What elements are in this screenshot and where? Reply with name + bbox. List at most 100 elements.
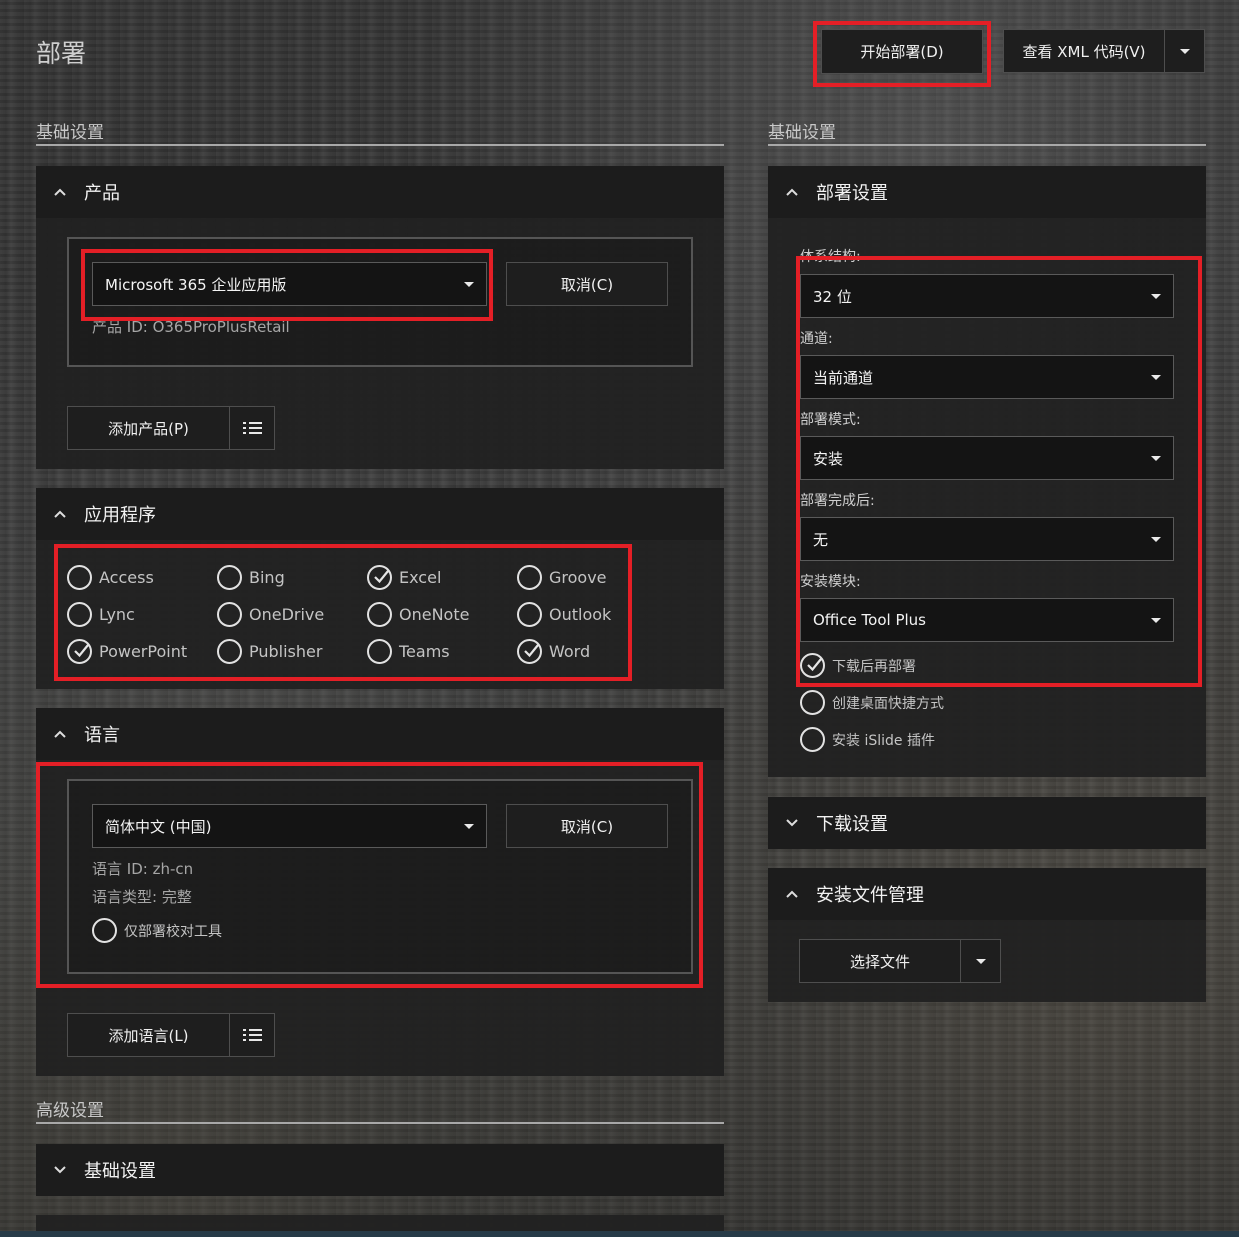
product-select-value: Microsoft 365 企业应用版: [105, 275, 287, 294]
checkmark-icon: [67, 639, 92, 664]
channel-label: 通道:: [800, 331, 833, 347]
channel-value: 当前通道: [813, 368, 874, 387]
download-then-deploy-checkbox[interactable]: 下载后再部署: [800, 653, 916, 678]
language-list-button[interactable]: [229, 1013, 275, 1057]
language-select-value: 简体中文 (中国): [105, 817, 212, 836]
chevron-down-icon: [1151, 293, 1161, 299]
chevron-up-icon: [768, 890, 816, 898]
app-checkbox-onenote[interactable]: OneNote: [367, 602, 469, 627]
checkbox-circle-icon: [67, 565, 92, 590]
app-label: Bing: [249, 568, 285, 587]
checkbox-circle-icon: [517, 602, 542, 627]
language-panel-title: 语言: [84, 725, 120, 746]
product-cancel-button[interactable]: 取消(C): [506, 262, 668, 306]
language-id-label: 语言 ID: zh-cn: [92, 860, 194, 878]
advanced-basic-panel-header[interactable]: 基础设置: [36, 1144, 724, 1196]
checkbox-circle-icon: [367, 639, 392, 664]
product-list-button[interactable]: [229, 406, 275, 450]
app-label: Teams: [399, 642, 450, 661]
install-module-select[interactable]: Office Tool Plus: [800, 598, 1174, 642]
chevron-down-icon: [1179, 48, 1190, 54]
app-checkbox-lync[interactable]: Lync: [67, 602, 135, 627]
choose-file-dropdown-button[interactable]: [960, 939, 1001, 983]
desktop-shortcut-label: 创建桌面快捷方式: [832, 695, 944, 712]
checkbox-circle-icon: [367, 602, 392, 627]
architecture-label: 体系结构:: [800, 249, 861, 265]
apps-panel-header[interactable]: 应用程序: [36, 488, 724, 540]
proofing-only-checkbox[interactable]: 仅部署校对工具: [92, 918, 222, 943]
chevron-down-icon: [1151, 617, 1161, 623]
deploy-settings-panel-title: 部署设置: [816, 183, 888, 204]
language-select[interactable]: 简体中文 (中国): [92, 804, 487, 848]
architecture-select[interactable]: 32 位: [800, 274, 1174, 318]
desktop-shortcut-checkbox[interactable]: 创建桌面快捷方式: [800, 690, 944, 715]
install-files-panel-header[interactable]: 安装文件管理: [768, 868, 1206, 920]
app-checkbox-word[interactable]: Word: [517, 639, 590, 664]
add-language-button[interactable]: 添加语言(L): [67, 1013, 230, 1057]
chevron-down-icon: [1151, 536, 1161, 542]
app-checkbox-access[interactable]: Access: [67, 565, 154, 590]
app-checkbox-onedrive[interactable]: OneDrive: [217, 602, 324, 627]
language-cancel-button[interactable]: 取消(C): [506, 804, 668, 848]
download-settings-panel: 下载设置: [768, 797, 1206, 849]
app-checkbox-excel[interactable]: Excel: [367, 565, 441, 590]
download-settings-panel-header[interactable]: 下载设置: [768, 797, 1206, 849]
add-product-button[interactable]: 添加产品(P): [67, 406, 230, 450]
after-deploy-label: 部署完成后:: [800, 493, 875, 509]
checkbox-circle-icon: [67, 602, 92, 627]
app-label: Word: [549, 642, 591, 661]
app-checkbox-outlook[interactable]: Outlook: [517, 602, 611, 627]
deploy-settings-panel-header[interactable]: 部署设置: [768, 166, 1206, 218]
view-xml-button[interactable]: 查看 XML 代码(V): [1003, 29, 1165, 73]
apps-checkbox-grid: Access Bing Excel Groove Lync OneDrive OneNote…: [67, 565, 627, 665]
checkmark-icon: [367, 565, 392, 590]
chevron-up-icon: [36, 730, 84, 738]
install-files-panel-title: 安装文件管理: [816, 885, 924, 906]
list-icon: [242, 1029, 262, 1041]
app-checkbox-bing[interactable]: Bing: [217, 565, 285, 590]
app-label: Access: [99, 568, 154, 587]
app-label: Lync: [99, 605, 135, 624]
app-checkbox-teams[interactable]: Teams: [367, 639, 450, 664]
channel-select[interactable]: 当前通道: [800, 355, 1174, 399]
after-deploy-select[interactable]: 无: [800, 517, 1174, 561]
checkmark-icon: [800, 653, 825, 678]
start-deploy-button[interactable]: 开始部署(D): [821, 29, 983, 74]
deploy-mode-select[interactable]: 安装: [800, 436, 1174, 480]
product-panel-header[interactable]: 产品: [36, 166, 724, 218]
app-label: Outlook: [549, 605, 612, 624]
advanced-basic-panel-title: 基础设置: [84, 1161, 156, 1182]
app-checkbox-publisher[interactable]: Publisher: [217, 639, 322, 664]
checkbox-circle-icon: [517, 565, 542, 590]
chevron-down-icon: [464, 281, 474, 287]
chevron-down-icon: [975, 958, 986, 964]
page-title: 部署: [36, 39, 87, 68]
install-module-label: 安装模块:: [800, 574, 861, 590]
chevron-up-icon: [768, 188, 816, 196]
language-panel-header[interactable]: 语言: [36, 708, 724, 760]
checkbox-circle-icon: [217, 602, 242, 627]
app-label: Groove: [549, 568, 607, 587]
download-settings-panel-title: 下载设置: [816, 814, 888, 835]
product-select[interactable]: Microsoft 365 企业应用版: [92, 262, 487, 306]
download-then-deploy-label: 下载后再部署: [832, 658, 916, 675]
chevron-down-icon: [36, 1166, 84, 1174]
advanced-basic-panel: 基础设置: [36, 1144, 724, 1196]
islide-plugin-checkbox[interactable]: 安装 iSlide 插件: [800, 727, 935, 752]
proofing-only-label: 仅部署校对工具: [124, 923, 222, 940]
language-type-label: 语言类型: 完整: [92, 888, 192, 906]
checkbox-circle-icon: [800, 727, 825, 752]
section-divider: [36, 1122, 724, 1124]
list-icon: [242, 422, 262, 434]
checkbox-circle-icon: [217, 639, 242, 664]
app-checkbox-groove[interactable]: Groove: [517, 565, 607, 590]
chevron-up-icon: [36, 510, 84, 518]
install-module-value: Office Tool Plus: [813, 611, 926, 629]
app-checkbox-powerpoint[interactable]: PowerPoint: [67, 639, 187, 664]
app-label: PowerPoint: [99, 642, 188, 661]
choose-file-button[interactable]: 选择文件: [799, 939, 961, 983]
view-xml-dropdown-button[interactable]: [1164, 29, 1205, 73]
checkbox-circle-icon: [800, 690, 825, 715]
product-id-label: 产品 ID: O365ProPlusRetail: [92, 318, 290, 336]
chevron-down-icon: [768, 819, 816, 827]
